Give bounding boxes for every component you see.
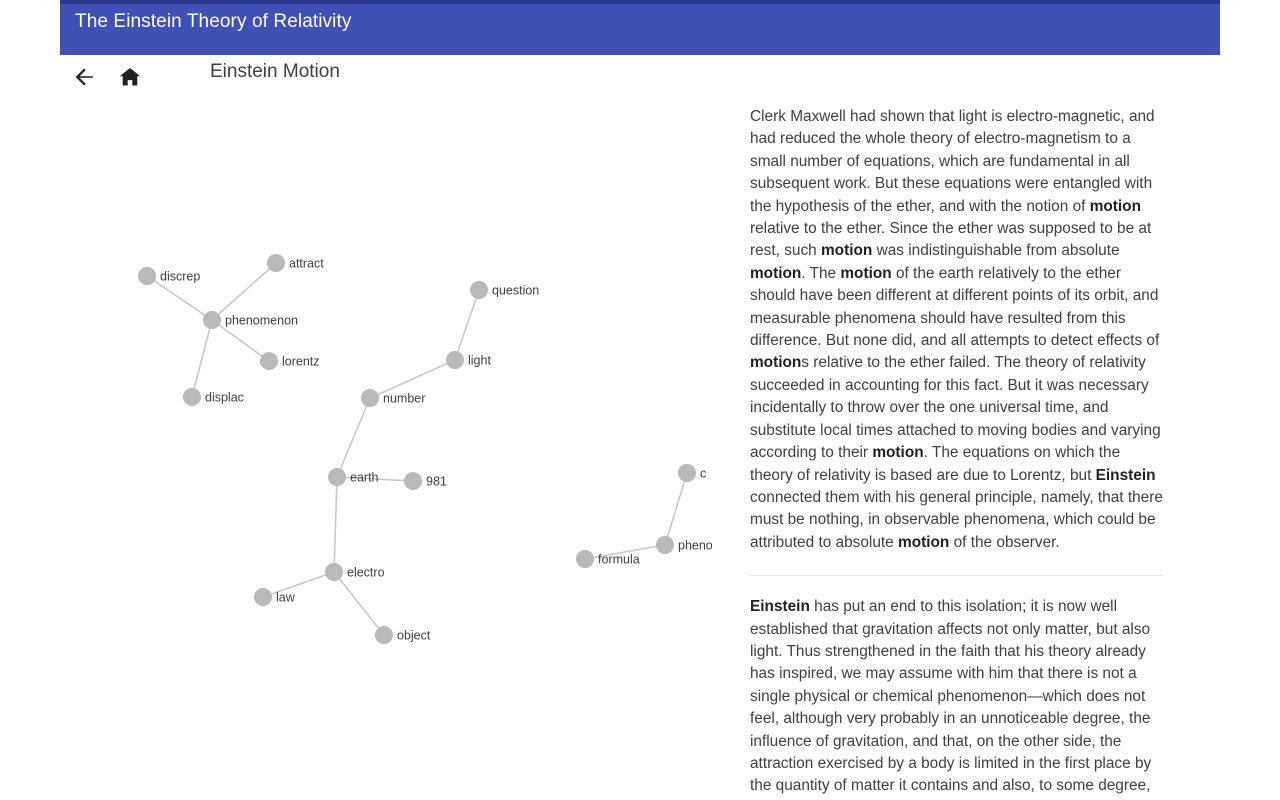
- graph-node-label[interactable]: 981: [426, 474, 447, 488]
- graph-node[interactable]: [656, 536, 674, 554]
- article-paragraph-2: Einstein has put an end to this isolatio…: [750, 596, 1163, 800]
- graph-node[interactable]: [576, 550, 594, 568]
- graph-node-label[interactable]: phenomenon: [678, 538, 712, 552]
- graph-node[interactable]: [361, 389, 379, 407]
- window-title: The Einstein Theory of Relativity: [75, 11, 352, 32]
- graph-node[interactable]: [138, 267, 156, 285]
- graph-node-label[interactable]: attract: [289, 256, 324, 270]
- body-text-run: was indistinguishable from absolute: [872, 242, 1120, 260]
- concept-graph-panel[interactable]: discrep attract phenomenon lorentz displac qu…: [0, 102, 712, 800]
- graph-nodes[interactable]: discrep attract phenomenon lorentz displac qu…: [138, 254, 712, 644]
- graph-node[interactable]: [375, 626, 393, 644]
- home-icon[interactable]: [113, 60, 147, 94]
- graph-node-label[interactable]: displac: [205, 390, 244, 404]
- graph-node[interactable]: [446, 351, 464, 369]
- highlighted-term: motion: [750, 264, 802, 282]
- graph-node[interactable]: [328, 468, 346, 486]
- body-text-run: . The: [801, 264, 841, 282]
- graph-node[interactable]: [404, 472, 422, 490]
- graph-edge: [262, 571, 335, 598]
- graph-node[interactable]: [260, 352, 278, 370]
- graph-node-label[interactable]: number: [383, 391, 425, 405]
- graph-node-label[interactable]: lorentz: [282, 354, 320, 368]
- graph-edge: [211, 262, 277, 321]
- titlebar-top-strip: [60, 0, 1220, 4]
- highlighted-term: motion: [898, 533, 950, 551]
- graph-edge: [333, 571, 385, 636]
- graph-node[interactable]: [183, 388, 201, 406]
- article-paragraph-1: Clerk Maxwell had shown that light is el…: [750, 106, 1163, 554]
- highlighted-term: motion: [750, 354, 802, 372]
- page-title: Einstein Motion: [210, 61, 340, 82]
- graph-node[interactable]: [325, 563, 343, 581]
- graph-node-label[interactable]: light: [468, 353, 491, 367]
- graph-node-label[interactable]: formula: [598, 552, 640, 566]
- highlighted-term: Einstein: [1095, 466, 1156, 484]
- graph-node[interactable]: [678, 464, 696, 482]
- highlighted-term: motion: [840, 264, 892, 282]
- highlighted-term: motion: [1089, 197, 1141, 215]
- graph-node-label[interactable]: discrep: [160, 269, 200, 283]
- article-text-panel[interactable]: Clerk Maxwell had shown that light is el…: [712, 102, 1280, 800]
- paragraph-divider: [750, 575, 1163, 577]
- navigation-toolbar: Einstein Motion: [60, 55, 1220, 102]
- main-content: discrep attract phenomenon lorentz displac qu…: [0, 102, 1280, 800]
- back-arrow-icon[interactable]: [68, 60, 102, 94]
- graph-node-label[interactable]: law: [276, 590, 296, 604]
- graph-node-label[interactable]: phenomenon: [225, 313, 298, 327]
- highlighted-term: Einstein: [750, 598, 810, 616]
- app-root: The Einstein Theory of Relativity Einste…: [0, 0, 1280, 800]
- graph-node[interactable]: [254, 588, 272, 606]
- graph-edge: [454, 289, 480, 361]
- body-text-run: has put an end to this isolation; it is …: [750, 598, 1152, 800]
- graph-node[interactable]: [267, 254, 285, 272]
- graph-node-label[interactable]: earth: [350, 470, 379, 484]
- concept-graph[interactable]: discrep attract phenomenon lorentz displac qu…: [0, 102, 712, 800]
- highlighted-term: motion: [821, 242, 873, 260]
- window-titlebar: The Einstein Theory of Relativity: [60, 0, 1220, 55]
- graph-edge: [191, 319, 213, 398]
- graph-node[interactable]: [470, 281, 488, 299]
- graph-edge: [336, 397, 371, 478]
- graph-node-label[interactable]: c: [700, 466, 706, 480]
- highlighted-term: motion: [872, 444, 924, 462]
- graph-node[interactable]: [203, 311, 221, 329]
- graph-edge: [664, 472, 688, 546]
- body-text-run: of the observer.: [949, 533, 1060, 551]
- article-text-inner: Clerk Maxwell had shown that light is el…: [750, 106, 1163, 800]
- graph-edge: [333, 476, 338, 573]
- graph-node-label[interactable]: question: [492, 283, 539, 297]
- graph-node-label[interactable]: electro: [347, 565, 385, 579]
- graph-node-label[interactable]: object: [397, 628, 431, 642]
